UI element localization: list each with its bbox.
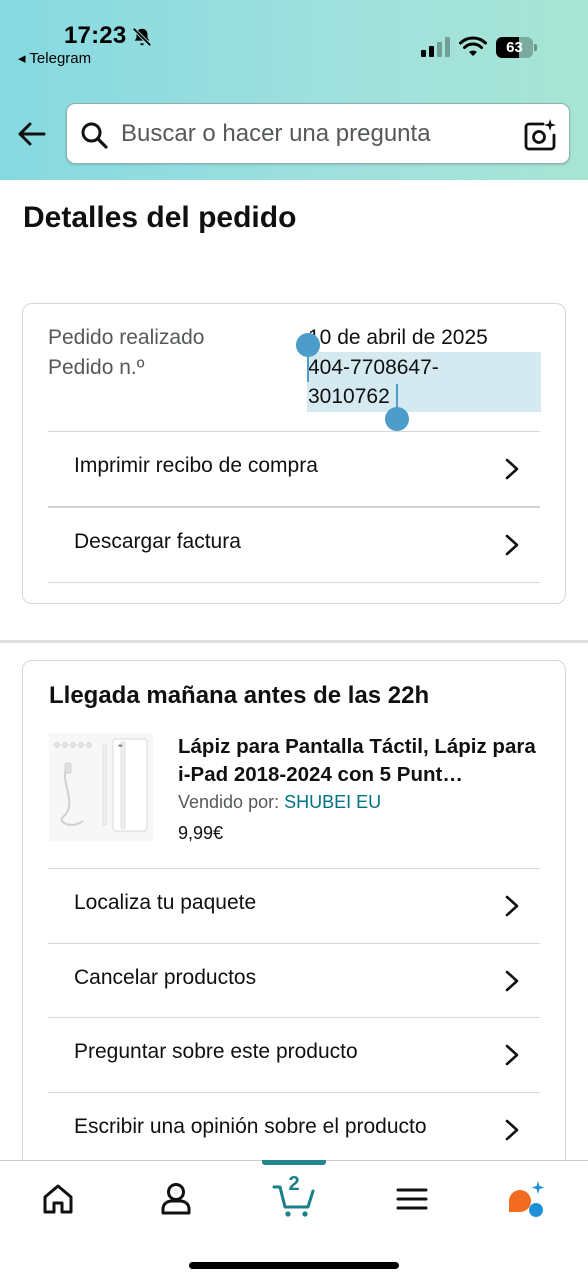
track-package-row[interactable]: Localiza tu paquete — [48, 869, 540, 943]
active-tab-indicator — [262, 1160, 326, 1165]
order-placed-label: Pedido realizado — [48, 326, 205, 349]
bell-muted-icon — [132, 27, 152, 47]
account-icon[interactable] — [156, 1179, 196, 1219]
cancel-products-row[interactable]: Cancelar productos — [48, 944, 540, 1018]
order-number-value[interactable]: 404-7708647- — [308, 353, 439, 383]
row-label: Cancelar productos — [74, 966, 257, 989]
chevron-right-icon — [505, 458, 519, 480]
product-title[interactable]: Lápiz para Pantalla Táctil, Lápiz para i… — [178, 733, 548, 789]
row-label: Preguntar sobre este producto — [74, 1040, 358, 1063]
selection-start-handle[interactable] — [296, 333, 320, 357]
header: 17:23 ◂ Telegram 63 — [0, 0, 588, 180]
order-number-value-cont[interactable]: 3010762 — [308, 382, 390, 412]
order-number-label: Pedido n.º — [48, 356, 145, 379]
camera-sparkle-icon[interactable] — [523, 118, 557, 152]
section-separator — [0, 640, 588, 643]
arrival-heading: Llegada mañana antes de las 22h — [49, 682, 430, 709]
search-icon — [81, 122, 108, 149]
home-icon[interactable] — [38, 1179, 78, 1219]
product-price: 9,99€ — [178, 823, 224, 843]
signal-icon — [421, 37, 450, 57]
menu-icon[interactable] — [392, 1179, 432, 1219]
cart-tab[interactable]: 2 — [272, 1173, 316, 1219]
search-input[interactable] — [121, 116, 511, 152]
row-label: Descargar factura — [74, 530, 241, 553]
wifi-icon — [459, 36, 487, 56]
rufus-icon[interactable] — [506, 1179, 548, 1219]
status-back-app[interactable]: ◂ Telegram — [18, 49, 91, 67]
battery-level: 63 — [506, 39, 523, 56]
chevron-right-icon — [505, 895, 519, 917]
divider — [48, 582, 540, 583]
status-time: 17:23 — [64, 22, 127, 49]
print-receipt-row[interactable]: Imprimir recibo de compra — [48, 432, 540, 506]
page-title: Detalles del pedido — [23, 201, 297, 234]
seller-link[interactable]: SHUBEI EU — [284, 792, 381, 812]
row-label: Imprimir recibo de compra — [74, 454, 318, 477]
row-label: Localiza tu paquete — [74, 891, 257, 914]
seller-line: Vendido por: SHUBEI EU — [178, 792, 381, 813]
selection-end-handle[interactable] — [385, 407, 409, 431]
chevron-right-icon — [505, 1119, 519, 1141]
battery-icon: 63 — [496, 37, 538, 58]
cart-icon — [272, 1185, 315, 1217]
ask-product-row[interactable]: Preguntar sobre este producto — [48, 1018, 540, 1092]
chevron-right-icon — [505, 1044, 519, 1066]
chevron-right-icon — [505, 534, 519, 556]
write-review-row[interactable]: Escribir una opinión sobre el producto — [48, 1093, 540, 1167]
chevron-right-icon — [505, 970, 519, 992]
home-indicator[interactable] — [189, 1262, 399, 1269]
shipment-card: Llegada mañana antes de las 22h ▬ Lápiz … — [22, 660, 566, 1180]
bottom-nav: 2 — [0, 1160, 588, 1280]
download-invoice-row[interactable]: Descargar factura — [48, 508, 540, 582]
seller-label: Vendido por: — [178, 792, 285, 812]
order-info-card: Pedido realizado 10 de abril de 2025 Ped… — [22, 303, 566, 604]
product-image[interactable]: ▬ — [49, 733, 153, 841]
order-placed-value: 10 de abril de 2025 — [308, 326, 488, 349]
back-arrow-icon[interactable] — [16, 118, 48, 150]
svg-text:▬: ▬ — [118, 743, 123, 749]
search-bar[interactable] — [66, 103, 570, 164]
row-label: Escribir una opinión sobre el producto — [74, 1115, 427, 1138]
